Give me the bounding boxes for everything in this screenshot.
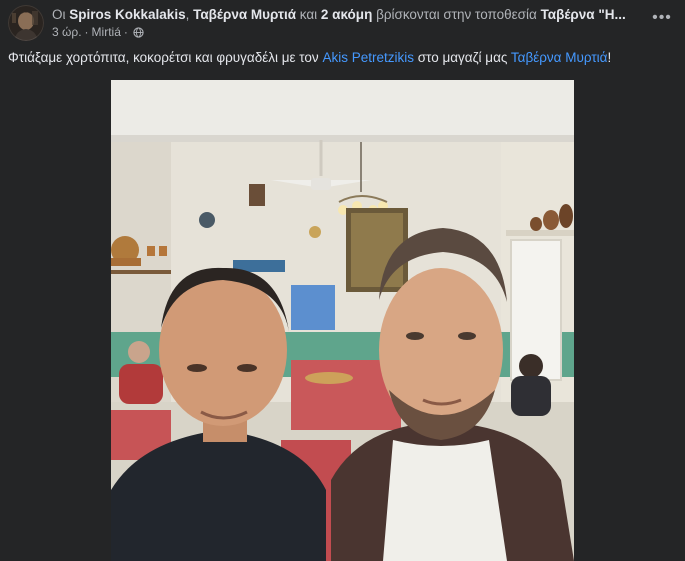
title-middle: βρίσκονται στην τοποθεσία: [372, 7, 541, 22]
author-link-spiros[interactable]: Spiros Kokkalakis: [69, 7, 185, 22]
post-location[interactable]: Mirtiá: [92, 24, 121, 40]
post-text: Φτιάξαμε χορτόπιτα, κοκορέτσι και φρυγαδ…: [8, 48, 678, 68]
post-text-part2: στο μαγαζί μας: [413, 50, 511, 65]
place-link[interactable]: Ταβέρνα "Η...: [541, 7, 626, 22]
author-link-taverna[interactable]: Ταβέρνα Μυρτιά: [193, 7, 296, 22]
meta-dot: ·: [84, 25, 89, 39]
meta-dot-2: ·: [123, 25, 128, 39]
globe-icon[interactable]: [133, 26, 144, 38]
post-timestamp[interactable]: 3 ώρ.: [52, 24, 82, 40]
title-prefix: Οι: [52, 7, 70, 22]
tagged-akis-link[interactable]: Akis Petretzikis: [322, 50, 414, 65]
post-photo[interactable]: [111, 80, 574, 561]
title-and: και: [296, 7, 321, 22]
post-text-part3: !: [607, 50, 612, 65]
selfie-photo-illustration: [111, 80, 574, 561]
others-link[interactable]: 2 ακόμη: [321, 7, 372, 22]
avatar[interactable]: [8, 5, 44, 41]
tagged-taverna-link[interactable]: Ταβέρνα Μυρτιά: [511, 50, 608, 65]
post-title-line: Οι Spiros Kokkalakis, Ταβέρνα Μυρτιά και…: [52, 6, 642, 24]
post-meta: 3 ώρ. · Mirtiá ·: [52, 24, 144, 40]
more-horizontal-icon: •••: [652, 9, 672, 26]
post-media: [0, 80, 685, 561]
post-header: Οι Spiros Kokkalakis, Ταβέρνα Μυρτιά και…: [0, 0, 685, 44]
title-separator: ,: [185, 7, 194, 22]
post-text-part1: Φτιάξαμε χορτόπιτα, κοκορέτσι και φρυγαδ…: [8, 50, 323, 65]
post-card: Οι Spiros Kokkalakis, Ταβέρνα Μυρτιά και…: [0, 0, 685, 561]
more-options-button[interactable]: •••: [648, 8, 676, 28]
